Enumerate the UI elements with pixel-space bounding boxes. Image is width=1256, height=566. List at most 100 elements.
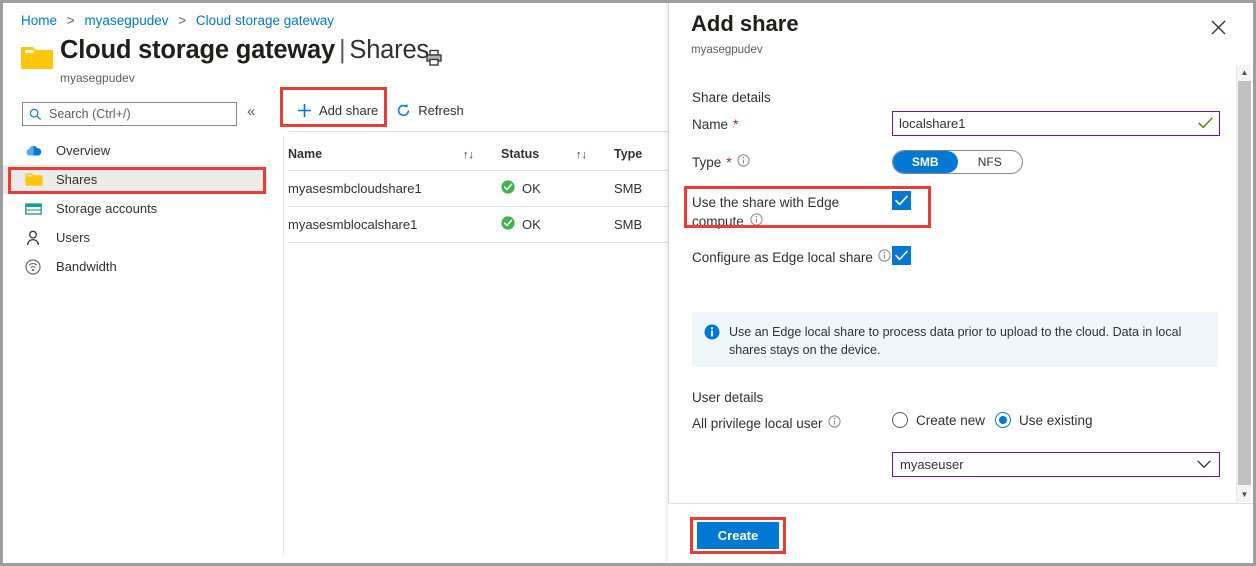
- sidebar-item-label: Overview: [56, 143, 110, 158]
- blade-scrollbar[interactable]: ▲ ▼: [1236, 65, 1251, 502]
- column-header-type[interactable]: Type: [614, 143, 668, 171]
- info-filled-icon: [704, 324, 720, 343]
- column-header-name[interactable]: Name: [288, 143, 463, 171]
- breadcrumb-item-home[interactable]: Home: [21, 13, 57, 28]
- cell-spacer: [463, 207, 501, 243]
- edge-compute-label: Use the share with Edge compute: [692, 193, 839, 231]
- cell-status-label: OK: [522, 217, 541, 232]
- pane-divider: [283, 136, 284, 556]
- shares-table: Name ↑↓ Status ↑↓ Type myasesmbcloudshar…: [288, 143, 668, 243]
- check-circle-icon: [501, 180, 515, 197]
- caret-down-icon[interactable]: ▼: [1237, 487, 1252, 502]
- table-row[interactable]: myasesmblocalshare1 OK: [288, 207, 668, 243]
- page-title-separator: |: [339, 36, 345, 64]
- radio-use-existing-label: Use existing: [1019, 413, 1093, 428]
- blade-title: Add share: [691, 11, 799, 37]
- required-marker: *: [726, 154, 731, 170]
- page-subtitle: myasegpudev: [60, 71, 135, 85]
- close-icon[interactable]: [1207, 16, 1229, 38]
- sidebar-nav: Overview Shares: [3, 136, 267, 281]
- user-icon: [25, 229, 45, 247]
- blade-subtitle: myasegpudev: [691, 44, 763, 56]
- info-banner: Use an Edge local share to process data …: [692, 312, 1218, 367]
- chevron-double-left-icon[interactable]: «: [247, 104, 255, 119]
- sidebar-item-label: Users: [56, 230, 90, 245]
- cell-spacer: [463, 171, 501, 207]
- name-field-label: Name *: [692, 116, 738, 132]
- cell-type: SMB: [614, 171, 668, 207]
- command-bar: Add share Refresh: [288, 97, 473, 123]
- check-circle-icon: [501, 216, 515, 233]
- edge-compute-label-line2: compute: [692, 212, 744, 231]
- sidebar-item-users[interactable]: Users: [3, 223, 267, 252]
- radio-use-existing[interactable]: Use existing: [995, 412, 1093, 428]
- edge-local-share-checkbox[interactable]: [892, 246, 911, 265]
- storage-account-icon: [25, 200, 45, 218]
- print-icon[interactable]: [421, 45, 447, 71]
- plus-icon: [297, 103, 312, 118]
- name-label-text: Name: [692, 117, 728, 132]
- search-input[interactable]: [47, 106, 222, 122]
- search-icon: [29, 108, 42, 121]
- existing-user-select[interactable]: myaseuser: [892, 452, 1220, 477]
- folder-icon: [25, 171, 45, 189]
- sidebar-item-overview[interactable]: Overview: [3, 136, 267, 165]
- sort-updown-icon[interactable]: ↑↓: [576, 143, 614, 171]
- cell-status: OK: [501, 207, 614, 243]
- info-icon[interactable]: [750, 212, 763, 231]
- add-share-button[interactable]: Add share: [288, 97, 387, 123]
- breadcrumb-item-current[interactable]: Cloud storage gateway: [196, 13, 334, 28]
- cloud-icon: [25, 142, 45, 160]
- radio-create-new-label: Create new: [916, 413, 985, 428]
- table-row[interactable]: myasesmbcloudshare1 OK: [288, 171, 668, 207]
- sidebar-item-bandwidth[interactable]: Bandwidth: [3, 252, 267, 281]
- edge-local-share-label-text: Configure as Edge local share: [692, 250, 873, 265]
- type-option-smb[interactable]: SMB: [893, 151, 958, 173]
- breadcrumb-separator: >: [178, 13, 186, 28]
- privilege-user-label: All privilege local user: [692, 415, 841, 431]
- share-type-toggle[interactable]: SMB NFS: [892, 150, 1023, 174]
- caret-up-icon[interactable]: ▲: [1237, 65, 1252, 80]
- sidebar-item-storage-accounts[interactable]: Storage accounts: [3, 194, 267, 223]
- refresh-icon: [396, 103, 411, 118]
- scrollbar-thumb[interactable]: [1238, 81, 1251, 485]
- edge-local-share-label: Configure as Edge local share: [692, 249, 891, 265]
- left-pane: Home > myasegpudev > Cloud storage gatew…: [3, 3, 668, 563]
- table-header-row: Name ↑↓ Status ↑↓ Type: [288, 143, 668, 171]
- sidebar-item-shares[interactable]: Shares: [3, 165, 267, 194]
- refresh-button[interactable]: Refresh: [387, 97, 473, 123]
- radio-create-new[interactable]: Create new: [892, 412, 985, 428]
- sidebar-item-label: Bandwidth: [56, 259, 117, 274]
- add-share-blade: Add share myasegpudev ▲ ▼: [668, 3, 1253, 563]
- page-title-section: Shares: [349, 36, 429, 64]
- cell-status-label: OK: [522, 181, 541, 196]
- type-label-text: Type: [692, 155, 721, 170]
- info-icon[interactable]: [878, 249, 891, 265]
- info-icon[interactable]: [828, 415, 841, 431]
- breadcrumb: Home > myasegpudev > Cloud storage gatew…: [21, 13, 334, 28]
- chevron-down-icon: [1197, 457, 1211, 472]
- required-marker: *: [733, 116, 738, 132]
- sort-updown-icon[interactable]: ↑↓: [463, 143, 501, 171]
- page-title-main: Cloud storage gateway: [60, 36, 335, 64]
- type-field-label: Type *: [692, 154, 750, 170]
- edge-compute-checkbox[interactable]: [892, 191, 911, 210]
- cell-type: SMB: [614, 207, 668, 243]
- share-name-value: localshare1: [899, 116, 1198, 131]
- column-header-status[interactable]: Status: [501, 143, 576, 171]
- cell-share-name: myasesmblocalshare1: [288, 207, 463, 243]
- user-details-heading: User details: [692, 390, 763, 405]
- search-box[interactable]: [22, 102, 237, 126]
- share-name-input[interactable]: localshare1: [892, 111, 1220, 136]
- info-icon[interactable]: [737, 154, 750, 170]
- existing-user-value: myaseuser: [900, 457, 964, 472]
- type-option-nfs[interactable]: NFS: [958, 151, 1023, 173]
- radio-circle-icon: [892, 412, 908, 428]
- bandwidth-icon: [25, 258, 45, 276]
- create-button[interactable]: Create: [697, 522, 779, 549]
- breadcrumb-separator: >: [67, 13, 75, 28]
- refresh-label: Refresh: [418, 103, 464, 118]
- page-title: Cloud storage gateway|Shares: [60, 36, 429, 65]
- app-root: Home > myasegpudev > Cloud storage gatew…: [0, 0, 1256, 566]
- breadcrumb-item-resource[interactable]: myasegpudev: [84, 13, 168, 28]
